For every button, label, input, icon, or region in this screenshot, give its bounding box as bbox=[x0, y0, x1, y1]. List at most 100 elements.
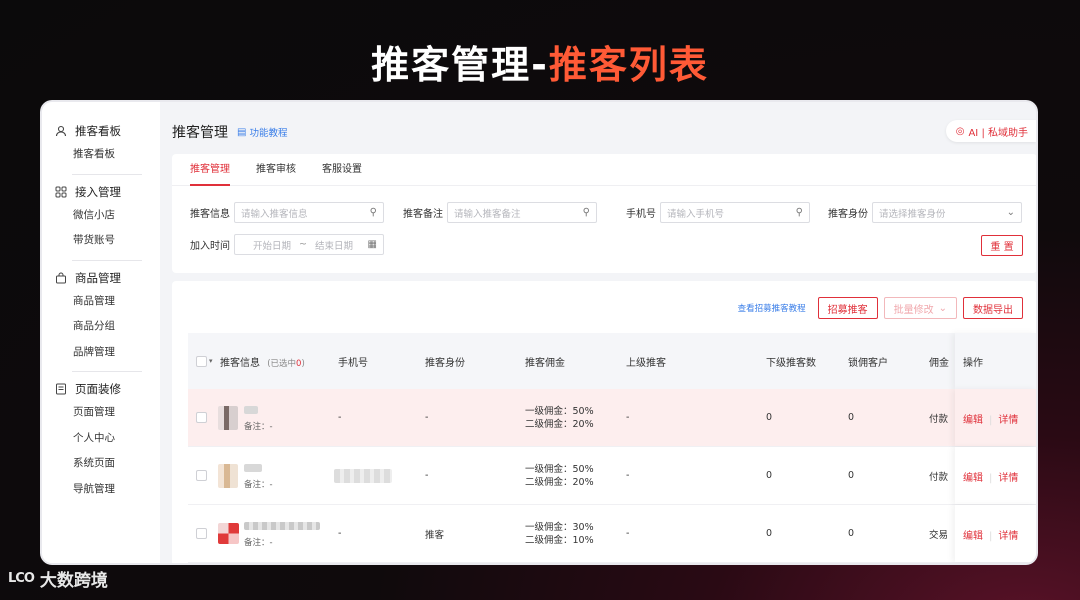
detail-link[interactable]: 详情 bbox=[998, 531, 1018, 542]
sidebar-head-access[interactable]: 接入管理 bbox=[42, 181, 160, 203]
calendar-icon: ▦ bbox=[367, 239, 377, 250]
search-icon: ⚲ bbox=[582, 207, 590, 218]
row-checkbox[interactable] bbox=[196, 528, 207, 539]
sidebar-head-dashboard[interactable]: 推客看板 bbox=[42, 120, 160, 142]
tutorial-label: 功能教程 bbox=[249, 128, 288, 139]
brand-name: 大数跨境 bbox=[39, 571, 108, 591]
tutorial-link[interactable]: ▤ 功能教程 bbox=[237, 125, 288, 140]
table-row: 备注：- - - 一级佣金：50% 二级佣金：20% - 0 0 付款 编辑 | 详… bbox=[188, 389, 1036, 447]
sidebar-group-decoration: 页面装修 页面管理 个人中心 系统页面 导航管理 bbox=[42, 378, 160, 502]
recruit-tutorial-link[interactable]: 查看招募推客教程 bbox=[738, 302, 806, 314]
cell-locked: 0 bbox=[848, 412, 855, 423]
cell-extra: 付款 bbox=[929, 413, 949, 425]
date-range-input[interactable]: 开始日期 ~ 结束日期 ▦ bbox=[234, 234, 384, 255]
commission-level1: 一级佣金：50% bbox=[525, 405, 594, 417]
row-checkbox[interactable] bbox=[196, 412, 207, 423]
sidebar-item-sales-account[interactable]: 带货账号 bbox=[42, 228, 160, 254]
table-header: ▾ 推客信息 (已选中0) 手机号 推客身份 推客佣金 上级推客 下级推客数 锁… bbox=[188, 333, 1036, 389]
caret-down-icon[interactable]: ▾ bbox=[209, 357, 213, 365]
filter-info-label: 推客信息 bbox=[190, 209, 230, 220]
header-selected-close: ) bbox=[301, 358, 305, 369]
filter-phone: 手机号 请输入手机号 ⚲ bbox=[626, 202, 810, 223]
reset-button[interactable]: 重 置 bbox=[981, 235, 1023, 256]
header-ops: 操作 bbox=[963, 358, 983, 369]
sidebar-item-system-page[interactable]: 系统页面 bbox=[42, 451, 160, 477]
user-icon bbox=[54, 124, 68, 138]
ops-column-header: 操作 bbox=[955, 333, 1036, 389]
header-extra: 佣金 bbox=[929, 357, 949, 369]
tab-service-settings[interactable]: 客服设置 bbox=[322, 154, 362, 185]
cell-commission: 一级佣金：50% 二级佣金：20% bbox=[525, 405, 594, 431]
batch-edit-button[interactable]: 批量修改 ⌄ bbox=[883, 297, 957, 319]
list-actions: 查看招募推客教程 招募推客 批量修改 ⌄ 数据导出 bbox=[738, 297, 1023, 319]
sidebar-item-brand[interactable]: 品牌管理 bbox=[42, 340, 160, 366]
edit-link[interactable]: 编辑 bbox=[963, 415, 983, 426]
commission-level2: 二级佣金：20% bbox=[525, 418, 594, 430]
filter-info: 推客信息 请输入推客信息 ⚲ bbox=[190, 202, 384, 223]
recruit-button[interactable]: 招募推客 bbox=[817, 297, 878, 319]
export-button[interactable]: 数据导出 bbox=[963, 297, 1023, 319]
page-header: 推客管理 ▤ 功能教程 bbox=[172, 122, 287, 142]
ai-assistant-button[interactable]: ◎ AI | 私域助手 bbox=[945, 120, 1036, 142]
sidebar-item-personal-center[interactable]: 个人中心 bbox=[42, 426, 160, 452]
sidebar-head-label: 接入管理 bbox=[75, 184, 121, 199]
sidebar-head-decoration[interactable]: 页面装修 bbox=[42, 378, 160, 400]
cell-identity: - bbox=[425, 412, 429, 423]
filter-date-label: 加入时间 bbox=[190, 241, 230, 252]
ai-icon: ◎ bbox=[955, 125, 965, 137]
avatar bbox=[218, 463, 238, 488]
detail-link[interactable]: 详情 bbox=[998, 415, 1018, 426]
edit-link[interactable]: 编辑 bbox=[963, 473, 983, 484]
promoter-note: 备注：- bbox=[244, 422, 273, 432]
chevron-down-icon: ⌄ bbox=[1006, 207, 1015, 218]
sidebar-divider bbox=[72, 371, 142, 372]
sidebar-item-product-group[interactable]: 商品分组 bbox=[42, 314, 160, 340]
commission-level2: 二级佣金：20% bbox=[525, 476, 594, 488]
sidebar-divider bbox=[72, 259, 142, 261]
sidebar-item-dashboard[interactable]: 推客看板 bbox=[42, 142, 160, 168]
date-separator: ~ bbox=[299, 239, 307, 250]
table-row: 备注：- - 一级佣金：50% 二级佣金：20% - 0 0 付款 编辑 | 详情 bbox=[188, 447, 1036, 505]
sidebar-head-label: 推客看板 bbox=[75, 124, 121, 138]
phone-input[interactable]: 请输入手机号 ⚲ bbox=[660, 202, 810, 223]
note-placeholder: 请输入推客备注 bbox=[454, 208, 521, 220]
note-input[interactable]: 请输入推客备注 ⚲ bbox=[447, 202, 597, 223]
identity-select[interactable]: 请选择推客身份 ⌄ bbox=[872, 202, 1022, 223]
page-headline: 推客管理-推客列表 bbox=[0, 34, 1080, 89]
cell-commission: 一级佣金：50% 二级佣金：20% bbox=[525, 463, 594, 489]
promoter-name bbox=[244, 522, 320, 530]
bag-icon bbox=[54, 271, 68, 285]
filter-date: 加入时间 开始日期 ~ 结束日期 ▦ bbox=[190, 234, 384, 255]
header-children: 下级推客数 bbox=[766, 357, 816, 369]
edit-link[interactable]: 编辑 bbox=[963, 531, 983, 542]
header-selected-label: (已选中 bbox=[267, 358, 297, 369]
date-start: 开始日期 bbox=[253, 240, 292, 252]
sidebar: 推客看板 推客看板 接入管理 微信小店 带货账号 商品管理 商品管理 商品分组 … bbox=[42, 102, 160, 563]
sidebar-item-product-manage[interactable]: 商品管理 bbox=[42, 289, 160, 315]
filter-identity: 推客身份 请选择推客身份 ⌄ bbox=[828, 202, 1022, 223]
sidebar-item-page-manage[interactable]: 页面管理 bbox=[42, 400, 160, 426]
ops-cell: 编辑 | 详情 bbox=[955, 505, 1036, 562]
sidebar-group-access: 接入管理 微信小店 带货账号 bbox=[42, 181, 160, 254]
brand-logo: LCO 大数跨境 bbox=[8, 566, 108, 591]
promoter-note: 备注：- bbox=[244, 538, 273, 548]
page-icon bbox=[54, 382, 68, 396]
info-input[interactable]: 请输入推客信息 ⚲ bbox=[234, 202, 384, 223]
sidebar-item-navigation[interactable]: 导航管理 bbox=[42, 477, 160, 503]
page-title: 推客管理 bbox=[172, 125, 228, 141]
tab-promoter-manage[interactable]: 推客管理 bbox=[190, 154, 230, 186]
phone-placeholder: 请输入手机号 bbox=[667, 208, 725, 220]
header-info-label: 推客信息 bbox=[220, 357, 260, 369]
app-window: 推客看板 推客看板 接入管理 微信小店 带货账号 商品管理 商品管理 商品分组 … bbox=[40, 100, 1038, 565]
tab-promoter-review[interactable]: 推客审核 bbox=[256, 154, 296, 185]
sidebar-item-wechat-shop[interactable]: 微信小店 bbox=[42, 203, 160, 229]
batch-edit-label: 批量修改 bbox=[893, 304, 934, 316]
ai-label: AI | 私域助手 bbox=[968, 127, 1028, 139]
filter-card: 推客管理 推客审核 客服设置 推客信息 请输入推客信息 ⚲ 推客备注 请输入推客… bbox=[172, 154, 1036, 273]
sidebar-head-products[interactable]: 商品管理 bbox=[42, 267, 160, 289]
cell-extra: 交易 bbox=[929, 529, 949, 541]
detail-link[interactable]: 详情 bbox=[998, 473, 1018, 484]
header-phone: 手机号 bbox=[338, 357, 368, 369]
row-checkbox[interactable] bbox=[196, 470, 207, 481]
select-all-checkbox[interactable] bbox=[196, 355, 207, 367]
